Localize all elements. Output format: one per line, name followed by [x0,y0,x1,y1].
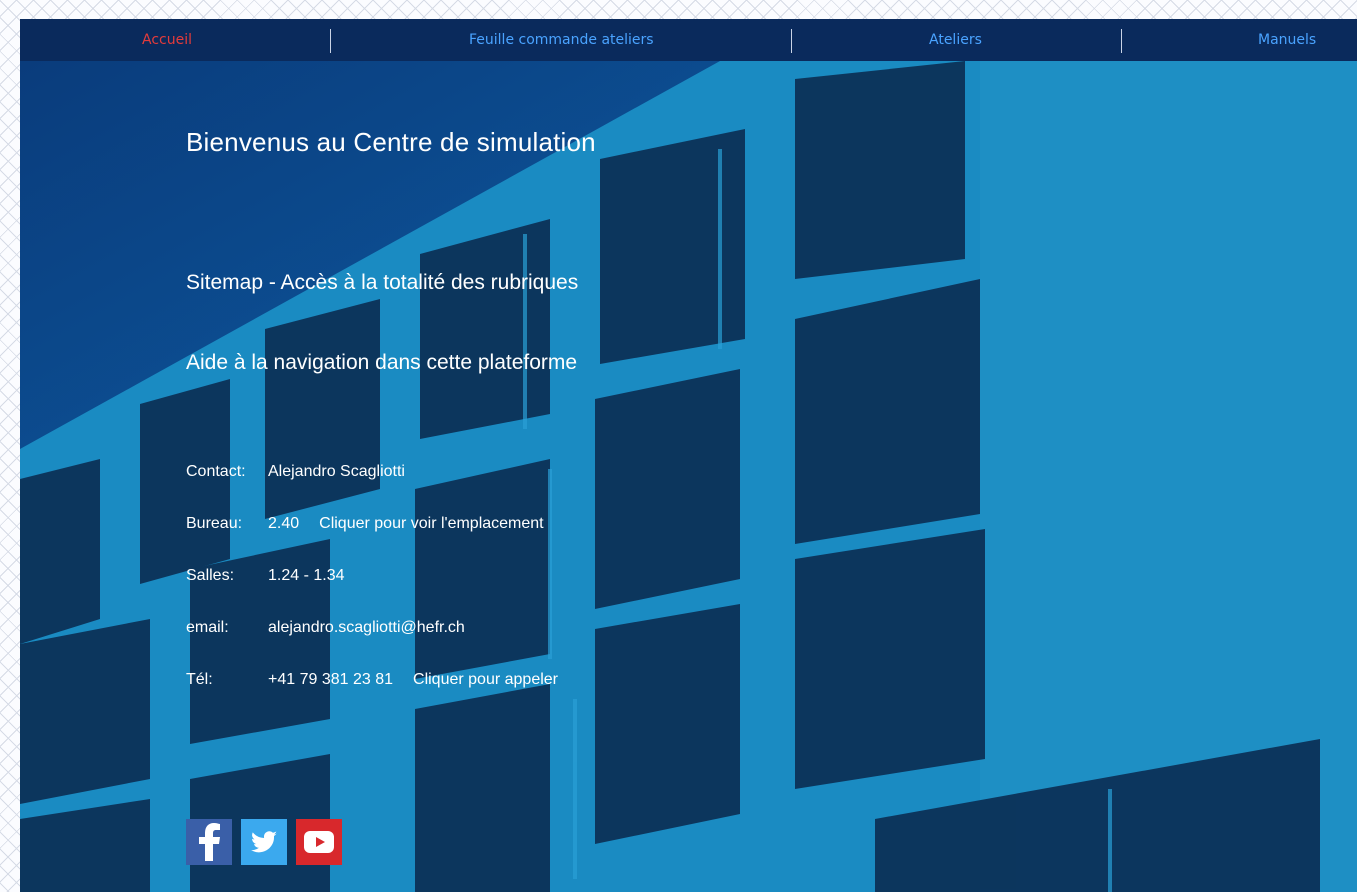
salles-value: 1.24 - 1.34 [268,567,345,584]
contact-value: Alejandro Scagliotti [268,463,405,480]
social-bar [186,819,342,865]
main-nav: Accueil Feuille commande ateliers Atelie… [20,19,1357,61]
nav-item-feuille-commande[interactable]: Feuille commande ateliers [469,32,654,48]
salles-row: Salles: 1.24 - 1.34 [186,567,345,585]
bureau-row: Bureau: 2.40 Cliquer pour voir l'emplaceme… [186,515,544,533]
nav-divider [791,29,792,53]
bureau-value: 2.40 [268,515,300,532]
email-label: email: [186,619,229,636]
email-row: email: alejandro.scagliotti@hefr.ch [186,619,465,637]
nav-item-ateliers[interactable]: Ateliers [929,32,982,48]
twitter-icon[interactable] [241,819,287,865]
tel-row: Tél: +41 79 381 23 81 Cliquer pour appeler [186,671,558,689]
tel-value: +41 79 381 23 81 [268,671,394,688]
sitemap-link[interactable]: Sitemap - Accès à la totalité des rubriq… [186,271,578,295]
contact-label: Contact: [186,463,246,480]
nav-item-manuels[interactable]: Manuels [1258,32,1316,48]
contact-row: Contact: Alejandro Scagliotti [186,463,405,481]
email-link[interactable]: alejandro.scagliotti@hefr.ch [268,619,465,636]
aide-navigation-link[interactable]: Aide à la navigation dans cette platefor… [186,351,577,375]
bureau-label: Bureau: [186,515,243,532]
call-link[interactable]: Cliquer pour appeler [413,671,558,688]
tel-label: Tél: [186,671,213,688]
youtube-icon[interactable] [296,819,342,865]
page-title: Bienvenus au Centre de simulation [186,127,596,157]
nav-divider [330,29,331,53]
facebook-icon[interactable] [186,819,232,865]
nav-divider [1121,29,1122,53]
hero-section: Accueil Feuille commande ateliers Atelie… [20,19,1357,892]
salles-label: Salles: [186,567,235,584]
nav-item-accueil[interactable]: Accueil [142,32,192,48]
bureau-location-link[interactable]: Cliquer pour voir l'emplacement [319,515,543,532]
